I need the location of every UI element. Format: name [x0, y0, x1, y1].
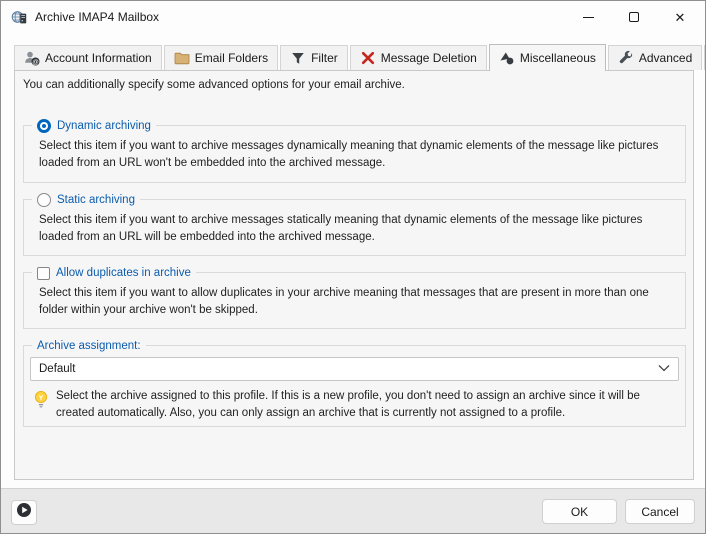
tab-filter[interactable]: Filter	[280, 45, 348, 70]
title-bar[interactable]: Archive IMAP4 Mailbox ✕	[1, 1, 705, 33]
static-archiving-radio[interactable]	[37, 193, 51, 207]
lightbulb-icon	[33, 390, 49, 410]
intro-text: You can additionally specify some advanc…	[23, 79, 405, 91]
tab-label: Account Information	[45, 51, 152, 65]
allow-duplicates-description: Select this item if you want to allow du…	[39, 285, 673, 319]
tab-label: Email Folders	[195, 51, 268, 65]
static-archiving-option: Static archiving	[32, 191, 140, 209]
archive-assignment-tip: Select the archive assigned to this prof…	[56, 388, 675, 422]
archive-assignment-group: Archive assignment: Default Select	[23, 345, 686, 427]
close-button[interactable]: ✕	[657, 1, 703, 33]
play-icon	[16, 502, 32, 523]
wrench-icon	[618, 50, 634, 66]
account-icon: @	[24, 50, 40, 66]
allow-duplicates-checkbox[interactable]	[37, 267, 50, 280]
archive-assignment-caption: Archive assignment:	[32, 337, 146, 355]
dynamic-archiving-radio[interactable]	[37, 119, 51, 133]
dynamic-archiving-group: Dynamic archiving Select this item if yo…	[23, 125, 686, 183]
miscellaneous-tab-panel: You can additionally specify some advanc…	[14, 70, 694, 480]
shapes-icon	[499, 50, 515, 66]
window-title: Archive IMAP4 Mailbox	[35, 1, 159, 33]
maximize-icon	[629, 12, 639, 22]
dynamic-archiving-description: Select this item if you want to archive …	[39, 138, 673, 172]
static-archiving-label[interactable]: Static archiving	[57, 194, 135, 206]
svg-text:@: @	[32, 59, 39, 66]
delete-x-icon	[360, 50, 376, 66]
tab-label: Filter	[311, 51, 338, 65]
tab-email-folders[interactable]: Email Folders	[164, 45, 278, 70]
maximize-button[interactable]	[611, 1, 657, 33]
tab-advanced[interactable]: Advanced	[608, 45, 702, 70]
tab-label: Message Deletion	[381, 51, 477, 65]
folder-icon	[174, 50, 190, 66]
ok-button[interactable]: OK	[542, 499, 617, 524]
allow-duplicates-group: Allow duplicates in archive Select this …	[23, 272, 686, 329]
dynamic-archiving-label[interactable]: Dynamic archiving	[57, 120, 151, 132]
tab-bar: @ Account Information Email Folders Filt…	[14, 43, 699, 70]
minimize-button[interactable]	[565, 1, 611, 33]
tab-label: Advanced	[639, 51, 692, 65]
app-mailbox-icon	[11, 9, 27, 25]
footer-bar: OK Cancel	[1, 488, 705, 533]
tab-label: Miscellaneous	[520, 51, 596, 65]
chevron-down-icon	[658, 363, 670, 375]
cancel-button[interactable]: Cancel	[625, 499, 695, 524]
filter-icon	[290, 50, 306, 66]
tip-row: Select the archive assigned to this prof…	[33, 388, 675, 422]
allow-duplicates-option: Allow duplicates in archive	[32, 264, 196, 282]
dialog-window: Archive IMAP4 Mailbox ✕ @ Account Inform…	[0, 0, 706, 534]
static-archiving-group: Static archiving Select this item if you…	[23, 199, 686, 256]
archive-assignment-dropdown[interactable]: Default	[30, 357, 679, 381]
run-profile-button[interactable]	[11, 500, 37, 525]
minimize-icon	[583, 17, 594, 18]
static-archiving-description: Select this item if you want to archive …	[39, 212, 673, 246]
tab-account-information[interactable]: @ Account Information	[14, 45, 162, 70]
allow-duplicates-label[interactable]: Allow duplicates in archive	[56, 267, 191, 279]
close-icon: ✕	[675, 11, 686, 24]
tab-message-deletion[interactable]: Message Deletion	[350, 45, 487, 70]
dropdown-selected-value: Default	[39, 363, 75, 375]
archive-assignment-label: Archive assignment:	[37, 340, 141, 352]
window-controls: ✕	[565, 1, 703, 33]
tab-miscellaneous[interactable]: Miscellaneous	[489, 44, 606, 71]
dynamic-archiving-option: Dynamic archiving	[32, 117, 156, 135]
